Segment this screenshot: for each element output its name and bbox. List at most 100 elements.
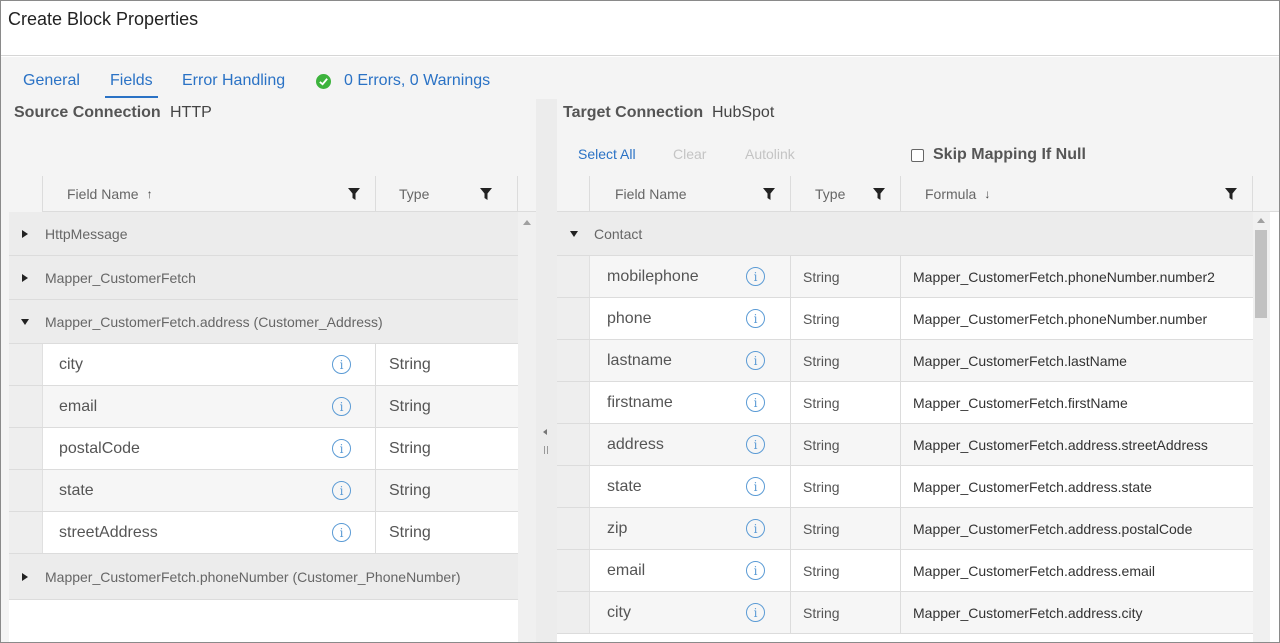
scrollbar-thumb[interactable]: [1255, 230, 1267, 318]
autolink-button[interactable]: Autolink: [745, 146, 795, 162]
source-header-field-name-label: Field Name: [67, 186, 139, 202]
filter-icon[interactable]: [763, 188, 775, 200]
field-type: String: [790, 340, 900, 381]
header-scroll-spacer: [518, 176, 536, 212]
source-header-field-name[interactable]: Field Name ↑: [43, 176, 376, 212]
sort-descending-icon[interactable]: ↓: [984, 187, 990, 201]
clear-button[interactable]: Clear: [673, 146, 706, 162]
field-formula[interactable]: Mapper_CustomerFetch.phoneNumber.number: [900, 298, 1253, 339]
source-field-row[interactable]: postalCode i String: [9, 428, 518, 470]
source-group-row[interactable]: Mapper_CustomerFetch.phoneNumber (Custom…: [9, 554, 518, 600]
source-field-row[interactable]: streetAddress i String: [9, 512, 518, 554]
source-group-row[interactable]: Mapper_CustomerFetch: [9, 256, 518, 300]
target-field-row[interactable]: mobilephone i String Mapper_CustomerFetch.p…: [557, 256, 1253, 298]
collapse-down-icon[interactable]: [570, 230, 578, 237]
drag-handle-icon[interactable]: [544, 446, 548, 454]
target-header-field-name[interactable]: Field Name: [590, 176, 791, 212]
info-icon[interactable]: i: [332, 523, 351, 542]
info-icon[interactable]: i: [746, 309, 765, 328]
target-header-formula[interactable]: Formula ↓: [901, 176, 1253, 212]
validation-status[interactable]: 0 Errors, 0 Warnings: [316, 72, 490, 90]
field-formula[interactable]: Mapper_CustomerFetch.address.postalCode: [900, 508, 1253, 549]
scroll-up-icon[interactable]: [1257, 218, 1265, 223]
info-icon[interactable]: i: [332, 355, 351, 374]
collapse-left-icon[interactable]: [543, 429, 547, 435]
field-formula[interactable]: Mapper_CustomerFetch.lastName: [900, 340, 1253, 381]
source-field-row[interactable]: city i String: [9, 344, 518, 386]
target-field-row[interactable]: city i String Mapper_CustomerFetch.address.…: [557, 592, 1253, 634]
target-field-row[interactable]: state i String Mapper_CustomerFetch.address…: [557, 466, 1253, 508]
group-name: Mapper_CustomerFetch: [45, 269, 196, 286]
info-icon[interactable]: i: [332, 439, 351, 458]
info-icon[interactable]: i: [746, 603, 765, 622]
check-circle-icon: [316, 73, 331, 89]
field-type: String: [790, 382, 900, 423]
target-scrollbar[interactable]: [1253, 212, 1270, 642]
target-field-row[interactable]: phone i String Mapper_CustomerFetch.phoneNu…: [557, 298, 1253, 340]
field-formula[interactable]: Mapper_CustomerFetch.phoneNumber.number2: [900, 256, 1253, 297]
info-icon[interactable]: i: [746, 267, 765, 286]
skip-mapping-checkbox[interactable]: [911, 148, 924, 162]
tab-general[interactable]: General: [23, 72, 80, 98]
tab-error-handling[interactable]: Error Handling: [182, 72, 285, 98]
field-name: email: [607, 561, 646, 579]
row-gutter: [557, 592, 590, 633]
source-field-row[interactable]: state i String: [9, 470, 518, 512]
info-icon[interactable]: i: [746, 477, 765, 496]
field-formula[interactable]: Mapper_CustomerFetch.address.email: [900, 550, 1253, 591]
info-icon[interactable]: i: [746, 561, 765, 580]
target-field-row[interactable]: email i String Mapper_CustomerFetch.address…: [557, 550, 1253, 592]
field-type: String: [375, 470, 518, 511]
target-field-row[interactable]: zip i String Mapper_CustomerFetch.address.p…: [557, 508, 1253, 550]
field-formula[interactable]: Mapper_CustomerFetch.address.state: [900, 466, 1253, 507]
target-header-type[interactable]: Type: [791, 176, 901, 212]
collapse-down-icon[interactable]: [21, 318, 29, 325]
target-fields-grid: Field Name Type Formula ↓ Contact mobile…: [557, 176, 1279, 642]
select-all-button[interactable]: Select All: [578, 146, 636, 162]
row-gutter: [9, 344, 43, 385]
target-field-row[interactable]: address i String Mapper_CustomerFetch.addre…: [557, 424, 1253, 466]
field-type: String: [375, 386, 518, 427]
info-icon[interactable]: i: [746, 435, 765, 454]
source-connection-label: Source Connection: [14, 104, 161, 121]
expand-right-icon[interactable]: [22, 229, 28, 238]
source-scrollbar[interactable]: [518, 212, 536, 642]
expand-right-icon[interactable]: [22, 572, 28, 581]
source-group-row[interactable]: HttpMessage: [9, 212, 518, 256]
source-connection-value: HTTP: [170, 104, 212, 121]
info-icon[interactable]: i: [332, 481, 351, 500]
field-type: String: [375, 428, 518, 469]
target-field-row[interactable]: lastname i String Mapper_CustomerFetch.last…: [557, 340, 1253, 382]
target-group-row[interactable]: Contact: [557, 212, 1253, 256]
target-connection-value: HubSpot: [712, 104, 775, 121]
info-icon[interactable]: i: [332, 397, 351, 416]
target-field-row[interactable]: firstname i String Mapper_CustomerFetch.fir…: [557, 382, 1253, 424]
sort-ascending-icon[interactable]: ↑: [147, 187, 153, 201]
field-name: phone: [607, 309, 652, 327]
field-name: city: [59, 355, 83, 373]
source-group-row[interactable]: Mapper_CustomerFetch.address (Customer_A…: [9, 300, 518, 344]
filter-icon[interactable]: [1225, 188, 1237, 200]
tab-fields[interactable]: Fields: [105, 72, 158, 98]
field-formula[interactable]: Mapper_CustomerFetch.address.streetAddre…: [900, 424, 1253, 465]
group-name: HttpMessage: [45, 225, 128, 242]
skip-mapping-label: Skip Mapping If Null: [933, 146, 1086, 163]
field-type: String: [790, 466, 900, 507]
scroll-up-icon[interactable]: [523, 220, 531, 225]
field-name: state: [59, 481, 94, 499]
info-icon[interactable]: i: [746, 351, 765, 370]
source-header-type[interactable]: Type: [376, 176, 518, 212]
field-type: String: [790, 424, 900, 465]
field-formula[interactable]: Mapper_CustomerFetch.firstName: [900, 382, 1253, 423]
row-gutter: [557, 508, 590, 549]
info-icon[interactable]: i: [746, 519, 765, 538]
filter-icon[interactable]: [873, 188, 885, 200]
skip-mapping-if-null[interactable]: Skip Mapping If Null: [911, 146, 1086, 164]
panel-splitter[interactable]: [536, 99, 557, 642]
field-formula[interactable]: Mapper_CustomerFetch.address.city: [900, 592, 1253, 633]
filter-icon[interactable]: [348, 188, 360, 200]
expand-right-icon[interactable]: [22, 273, 28, 282]
info-icon[interactable]: i: [746, 393, 765, 412]
source-field-row[interactable]: email i String: [9, 386, 518, 428]
filter-icon[interactable]: [480, 188, 492, 200]
